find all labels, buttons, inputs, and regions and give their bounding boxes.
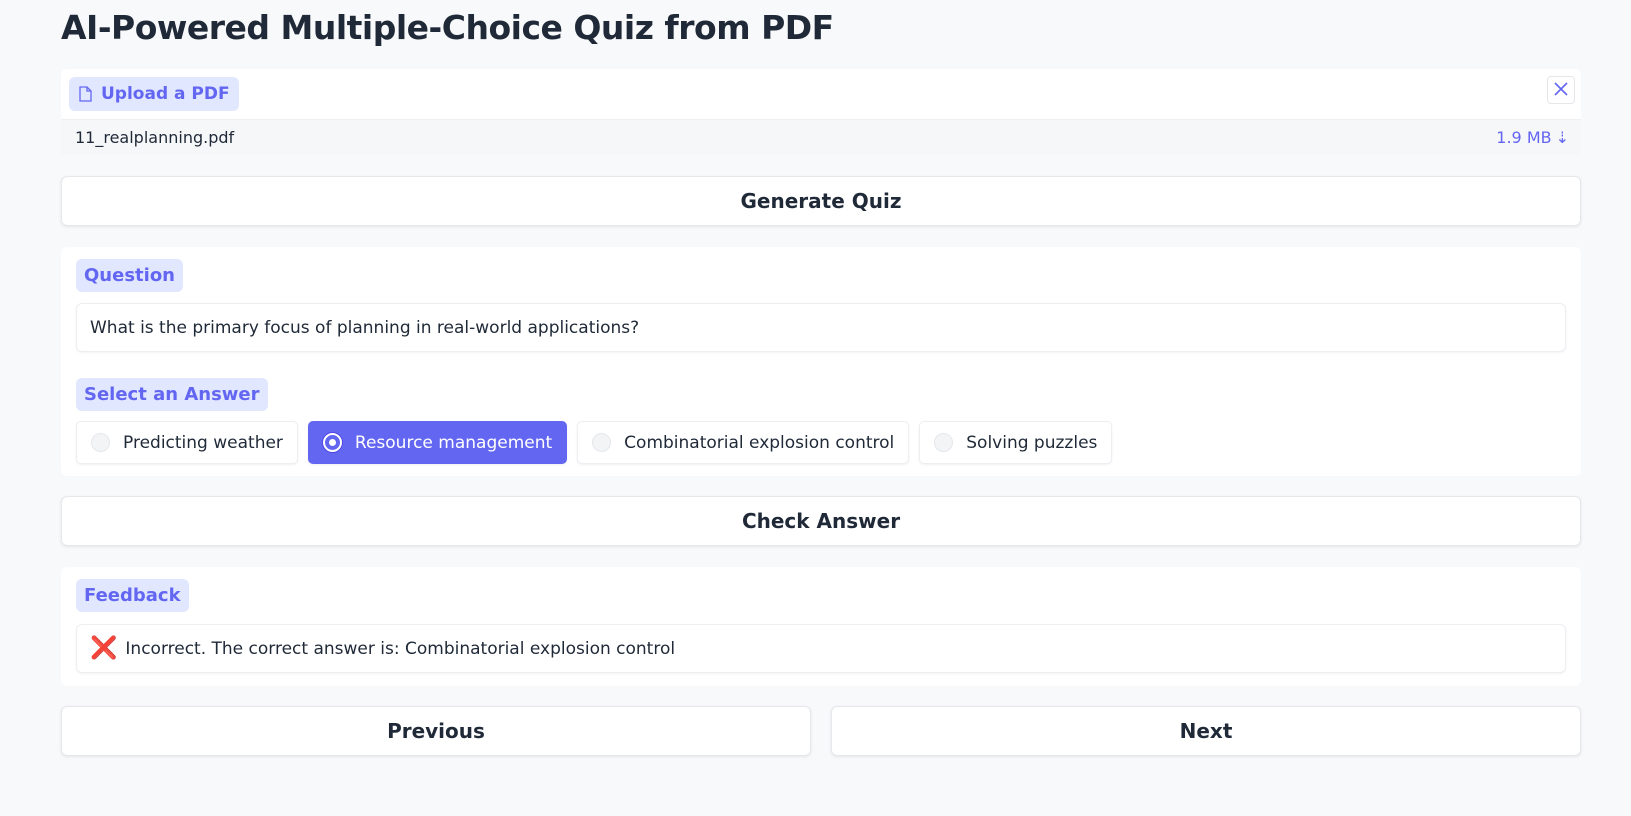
file-size: 1.9 MB	[1496, 128, 1552, 147]
answer-options: Predicting weather Resource management C…	[76, 421, 1113, 464]
answer-option-combinatorial-explosion-control[interactable]: Combinatorial explosion control	[577, 421, 910, 464]
previous-button[interactable]: Previous	[61, 706, 811, 756]
answer-option-label: Combinatorial explosion control	[624, 432, 895, 453]
check-answer-button[interactable]: Check Answer	[61, 496, 1581, 546]
upload-pdf-label[interactable]: Upload a PDF	[69, 77, 239, 111]
file-download-link[interactable]: 1.9 MB ⇣	[1496, 128, 1569, 147]
question-panel: Question What is the primary focus of pl…	[61, 247, 1581, 476]
file-name: 11_realplanning.pdf	[75, 128, 235, 147]
next-button[interactable]: Next	[831, 706, 1581, 756]
answer-option-label: Resource management	[354, 432, 553, 453]
answer-option-label: Predicting weather	[123, 432, 283, 453]
feedback-panel: Feedback ❌ Incorrect. The correct answer…	[61, 567, 1581, 686]
answer-option-resource-management[interactable]: Resource management	[307, 421, 568, 464]
select-answer-label: Select an Answer	[76, 378, 268, 411]
feedback-box: ❌ Incorrect. The correct answer is: Comb…	[76, 624, 1566, 673]
radio-button[interactable]	[592, 433, 612, 452]
feedback-label: Feedback	[76, 579, 189, 612]
cross-mark-icon: ❌	[90, 636, 118, 661]
radio-button[interactable]	[91, 433, 110, 452]
generate-quiz-button[interactable]: Generate Quiz	[61, 176, 1581, 226]
question-text: What is the primary focus of planning in…	[76, 303, 1566, 352]
close-icon	[1554, 81, 1568, 100]
radio-button[interactable]	[934, 433, 954, 452]
clear-file-button[interactable]	[1547, 76, 1575, 104]
uploaded-file-row: 11_realplanning.pdf 1.9 MB ⇣	[61, 119, 1581, 155]
answer-option-predicting-weather[interactable]: Predicting weather	[76, 421, 298, 464]
pdf-upload[interactable]: Upload a PDF 11_realplanning.pdf 1.9 MB …	[61, 69, 1581, 155]
upload-label-text: Upload a PDF	[101, 84, 230, 104]
question-label: Question	[76, 259, 183, 292]
quiz-page: AI-Powered Multiple-Choice Quiz from PDF…	[0, 0, 1631, 816]
answer-option-solving-puzzles[interactable]: Solving puzzles	[919, 421, 1113, 464]
radio-button-selected[interactable]	[322, 433, 342, 452]
page-title: AI-Powered Multiple-Choice Quiz from PDF	[61, 8, 834, 47]
download-icon: ⇣	[1555, 128, 1569, 147]
feedback-text: Incorrect. The correct answer is: Combin…	[125, 638, 676, 659]
file-icon	[79, 86, 92, 102]
answer-option-label: Solving puzzles	[966, 432, 1098, 453]
